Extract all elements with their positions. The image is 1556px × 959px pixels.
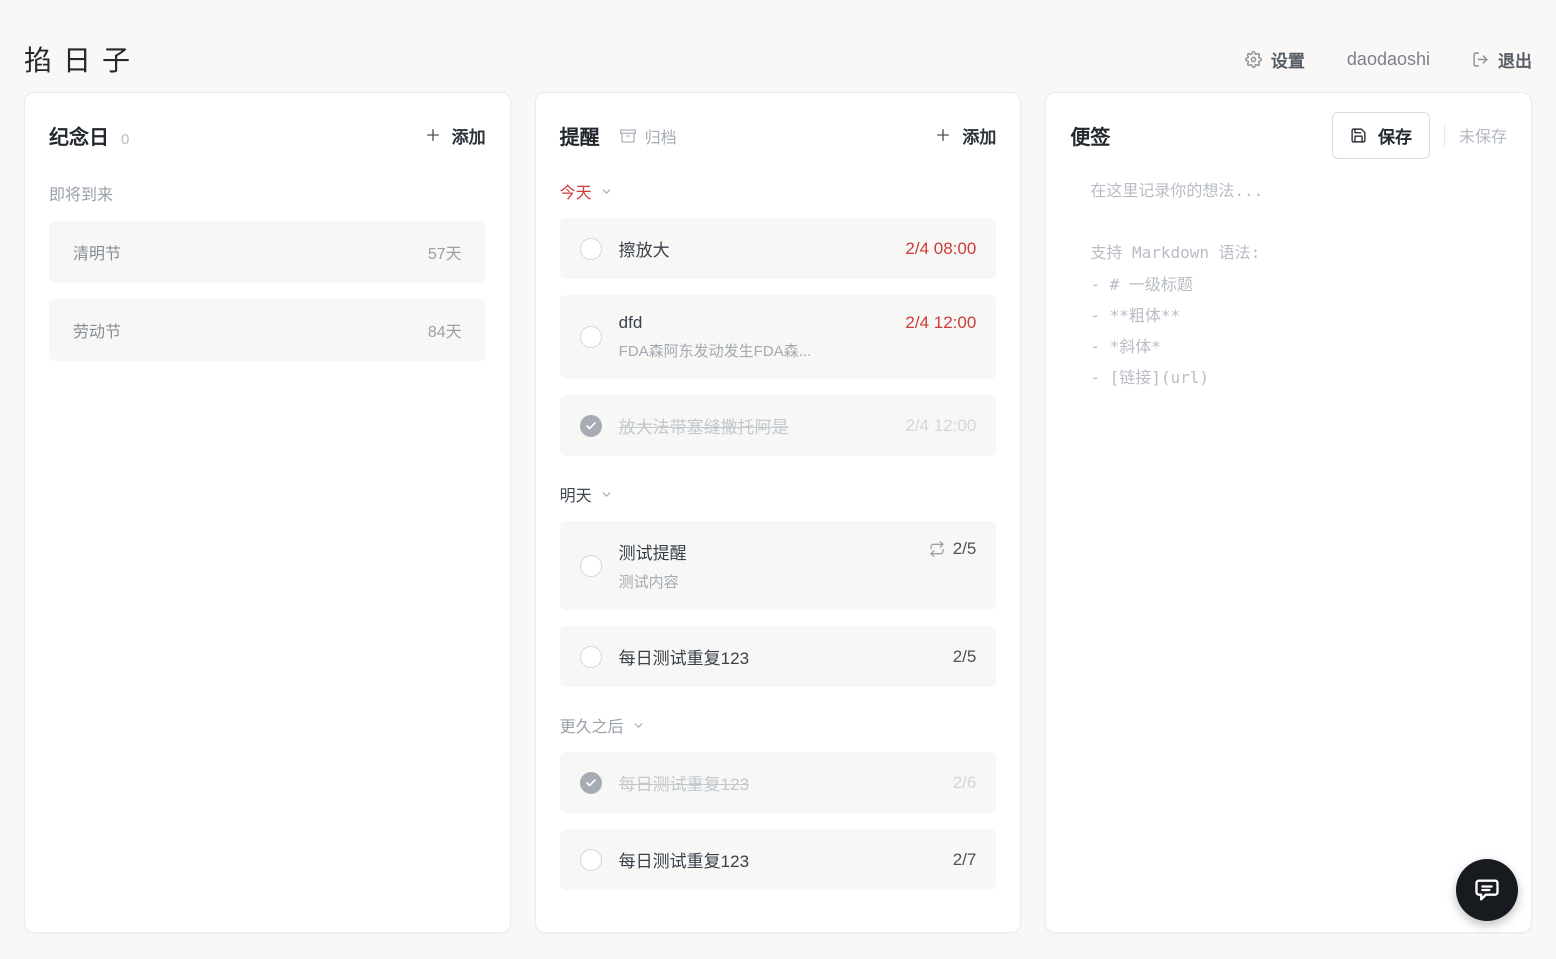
floppy-disk-icon bbox=[1350, 127, 1367, 144]
username: daodaoshi bbox=[1347, 49, 1430, 70]
header-actions: 设置 daodaoshi 退出 bbox=[1245, 47, 1532, 72]
reminder-time: 2/4 12:00 bbox=[905, 313, 976, 333]
notes-title: 便签 bbox=[1070, 121, 1110, 150]
archive-box-icon bbox=[620, 128, 636, 144]
reminder-item[interactable]: 每日测试重复123 2/7 bbox=[560, 829, 997, 890]
repeat-icon bbox=[929, 541, 945, 557]
reminder-item-completed[interactable]: 每日测试重复123 2/6 bbox=[560, 752, 997, 813]
upcoming-label: 即将到来 bbox=[49, 181, 486, 205]
checkbox-circle-icon[interactable] bbox=[580, 849, 602, 871]
unsaved-status: 未保存 bbox=[1459, 123, 1507, 147]
notes-textarea[interactable] bbox=[1070, 175, 1507, 865]
archive-label: 归档 bbox=[645, 124, 677, 148]
anniversary-days: 84天 bbox=[428, 318, 462, 342]
settings-button[interactable]: 设置 bbox=[1245, 47, 1305, 72]
save-button[interactable]: 保存 bbox=[1332, 112, 1430, 159]
reminder-time: 2/5 bbox=[929, 539, 977, 559]
anniversary-days: 57天 bbox=[428, 240, 462, 264]
checkbox-circle-icon[interactable] bbox=[580, 326, 602, 348]
anniversary-item-qingming[interactable]: 清明节 57天 bbox=[49, 221, 486, 283]
anniversary-count: 0 bbox=[121, 131, 129, 148]
reminder-title: 擦放大 bbox=[619, 236, 894, 261]
reminder-item[interactable]: 测试提醒 测试内容 2/5 bbox=[560, 521, 997, 610]
save-label: 保存 bbox=[1378, 123, 1412, 148]
notes-header: 便签 保存 未保存 bbox=[1070, 117, 1507, 153]
app-title: 掐日子 bbox=[24, 39, 141, 79]
reminder-item[interactable]: 擦放大 2/4 08:00 bbox=[560, 218, 997, 279]
section-today[interactable]: 今天 bbox=[560, 179, 613, 203]
reminder-time: 2/7 bbox=[953, 850, 977, 870]
reminder-time-text: 2/5 bbox=[953, 539, 977, 559]
chat-button[interactable] bbox=[1456, 859, 1518, 921]
plus-icon bbox=[935, 127, 951, 143]
reminder-item-completed[interactable]: 放大法带塞缝撒托阿是 2/4 12:00 bbox=[560, 395, 997, 456]
chevron-down-icon bbox=[600, 488, 613, 501]
main-columns: 纪念日 0 添加 即将到来 清明节 57天 劳动节 84天 提醒 bbox=[24, 92, 1532, 933]
section-later[interactable]: 更久之后 bbox=[560, 713, 645, 737]
reminders-header: 提醒 归档 添加 bbox=[560, 117, 997, 153]
section-tomorrow-label: 明天 bbox=[560, 482, 592, 506]
gear-icon bbox=[1245, 51, 1262, 68]
logout-label: 退出 bbox=[1498, 47, 1532, 72]
anniversary-item-laodong[interactable]: 劳动节 84天 bbox=[49, 299, 486, 361]
reminder-time: 2/6 bbox=[953, 773, 977, 793]
reminder-title: dfd bbox=[619, 313, 894, 333]
archive-button[interactable]: 归档 bbox=[620, 124, 677, 148]
chat-bubble-icon bbox=[1473, 876, 1501, 904]
reminder-time: 2/4 12:00 bbox=[905, 416, 976, 436]
anniversary-card: 纪念日 0 添加 即将到来 清明节 57天 劳动节 84天 bbox=[24, 92, 511, 933]
settings-label: 设置 bbox=[1271, 47, 1305, 72]
check-circle-icon[interactable] bbox=[580, 415, 602, 437]
logout-button[interactable]: 退出 bbox=[1472, 47, 1532, 72]
notes-card: 便签 保存 未保存 bbox=[1045, 92, 1532, 933]
reminders-title: 提醒 bbox=[560, 121, 600, 150]
anniversary-name: 清明节 bbox=[73, 240, 121, 264]
checkbox-circle-icon[interactable] bbox=[580, 646, 602, 668]
reminder-item[interactable]: dfd FDA森阿东发动发生FDA森... 2/4 12:00 bbox=[560, 295, 997, 379]
add-anniversary-button[interactable]: 添加 bbox=[425, 123, 486, 148]
check-circle-icon[interactable] bbox=[580, 772, 602, 794]
logout-icon bbox=[1472, 51, 1489, 68]
add-reminder-label: 添加 bbox=[962, 123, 996, 148]
divider bbox=[1444, 124, 1445, 146]
checkbox-circle-icon[interactable] bbox=[580, 238, 602, 260]
reminder-time: 2/5 bbox=[953, 647, 977, 667]
reminder-subtitle: 测试内容 bbox=[619, 571, 917, 592]
anniversary-name: 劳动节 bbox=[73, 318, 121, 342]
add-anniversary-label: 添加 bbox=[452, 123, 486, 148]
app-header: 掐日子 设置 daodaoshi 退出 bbox=[0, 0, 1556, 92]
reminder-time: 2/4 08:00 bbox=[905, 239, 976, 259]
reminders-card: 提醒 归档 添加 今天 bbox=[535, 92, 1022, 933]
reminder-subtitle: FDA森阿东发动发生FDA森... bbox=[619, 340, 894, 361]
anniversary-title: 纪念日 bbox=[49, 121, 109, 150]
reminder-title: 测试提醒 bbox=[619, 539, 917, 564]
anniversary-header: 纪念日 0 添加 bbox=[49, 117, 486, 153]
reminder-item[interactable]: 每日测试重复123 2/5 bbox=[560, 626, 997, 687]
section-later-label: 更久之后 bbox=[560, 713, 624, 737]
chevron-down-icon bbox=[632, 719, 645, 732]
section-today-label: 今天 bbox=[560, 179, 592, 203]
chevron-down-icon bbox=[600, 185, 613, 198]
reminder-title: 每日测试重复123 bbox=[619, 644, 941, 669]
section-tomorrow[interactable]: 明天 bbox=[560, 482, 613, 506]
reminder-title: 每日测试重复123 bbox=[619, 770, 941, 795]
reminder-title: 每日测试重复123 bbox=[619, 847, 941, 872]
add-reminder-button[interactable]: 添加 bbox=[935, 123, 996, 148]
checkbox-circle-icon[interactable] bbox=[580, 555, 602, 577]
reminder-title: 放大法带塞缝撒托阿是 bbox=[619, 413, 894, 438]
plus-icon bbox=[425, 127, 441, 143]
